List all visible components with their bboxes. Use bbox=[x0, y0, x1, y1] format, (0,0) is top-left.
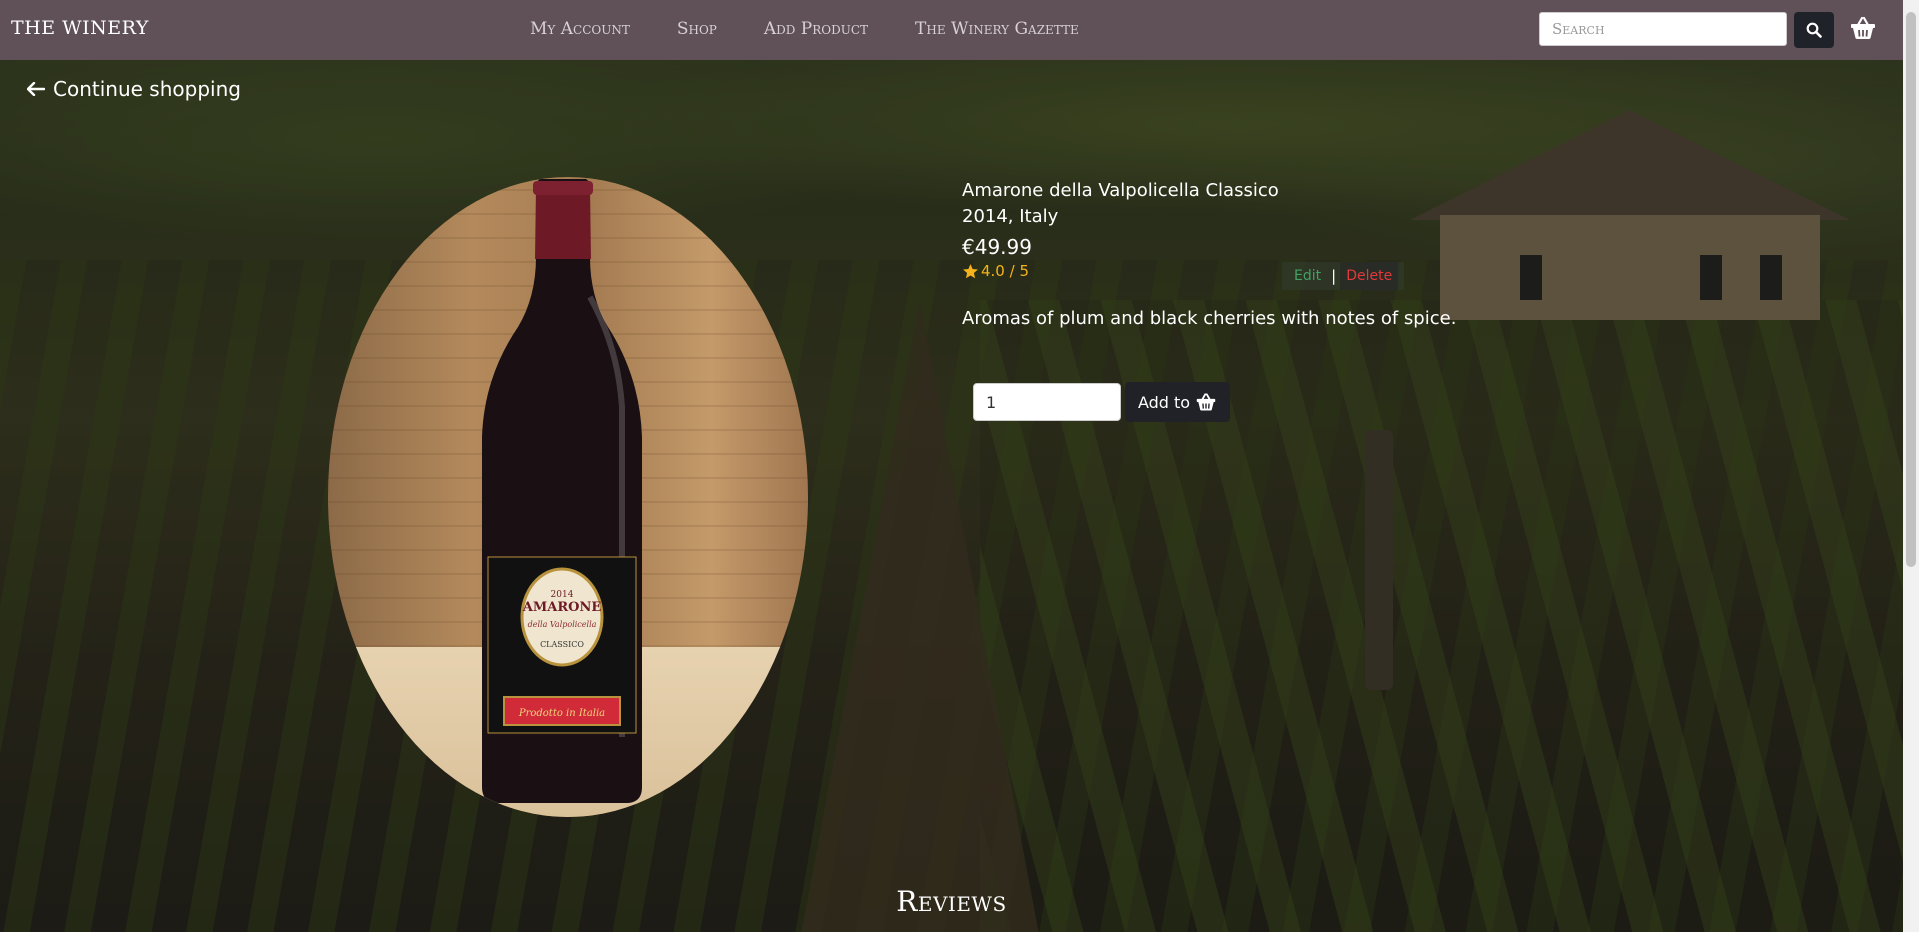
label-sub: della Valpolicella bbox=[528, 620, 597, 629]
reviews-heading: Reviews bbox=[896, 885, 1007, 918]
product-description: Aromas of plum and black cherries with n… bbox=[962, 308, 1457, 329]
label-footer: Prodotto in Italia bbox=[518, 708, 605, 719]
background-vineyard-image bbox=[0, 0, 1903, 932]
admin-actions: Edit | Delete bbox=[1282, 262, 1405, 290]
star-icon bbox=[963, 263, 978, 278]
quantity-input[interactable] bbox=[973, 383, 1121, 421]
admin-separator: | bbox=[1331, 267, 1337, 285]
product-rating: 4.0 / 5 bbox=[962, 262, 1029, 280]
product-name: Amarone della Valpolicella Classico bbox=[962, 180, 1279, 201]
product-price: €49.99 bbox=[962, 235, 1032, 259]
search-input[interactable] bbox=[1539, 12, 1787, 46]
product-vintage-origin: 2014, Italy bbox=[962, 206, 1059, 227]
add-to-basket-button[interactable]: Add to bbox=[1125, 382, 1230, 422]
product-details: Amarone della Valpolicella Classico 2014… bbox=[962, 178, 1279, 280]
product-image: 2014 AMARONE della Valpolicella CLASSICO… bbox=[328, 177, 808, 817]
label-year: 2014 bbox=[551, 590, 574, 600]
navbar: The Winery My Account Shop Add Product T… bbox=[0, 0, 1903, 60]
scrollbar-thumb[interactable] bbox=[1906, 12, 1916, 567]
wine-bottle-image: 2014 AMARONE della Valpolicella CLASSICO… bbox=[482, 179, 642, 803]
arrow-left-icon bbox=[27, 82, 45, 96]
add-to-basket-label: Add to bbox=[1137, 392, 1191, 412]
label-brand: AMARONE bbox=[522, 600, 602, 615]
rating-value: 4.0 / 5 bbox=[981, 262, 1029, 280]
nav-my-account[interactable]: My Account bbox=[530, 19, 630, 39]
search-icon bbox=[1806, 22, 1822, 38]
continue-shopping-link[interactable]: Continue shopping bbox=[27, 77, 241, 101]
nav-shop[interactable]: Shop bbox=[677, 19, 717, 39]
delete-product-link[interactable]: Delete bbox=[1340, 262, 1399, 290]
page-scrollbar[interactable] bbox=[1903, 0, 1919, 932]
brand-logo[interactable]: The Winery bbox=[11, 17, 149, 39]
nav-winery-gazette[interactable]: The Winery Gazette bbox=[915, 19, 1079, 39]
continue-shopping-label: Continue shopping bbox=[53, 77, 241, 101]
basket-button[interactable] bbox=[1849, 15, 1877, 41]
basket-icon bbox=[1851, 16, 1875, 39]
search-button[interactable] bbox=[1794, 12, 1834, 48]
edit-product-link[interactable]: Edit bbox=[1288, 268, 1327, 284]
nav-add-product[interactable]: Add Product bbox=[764, 19, 868, 39]
basket-icon bbox=[1196, 393, 1216, 411]
label-classico: CLASSICO bbox=[540, 640, 584, 649]
nav-links: My Account Shop Add Product The Winery G… bbox=[530, 19, 1126, 39]
